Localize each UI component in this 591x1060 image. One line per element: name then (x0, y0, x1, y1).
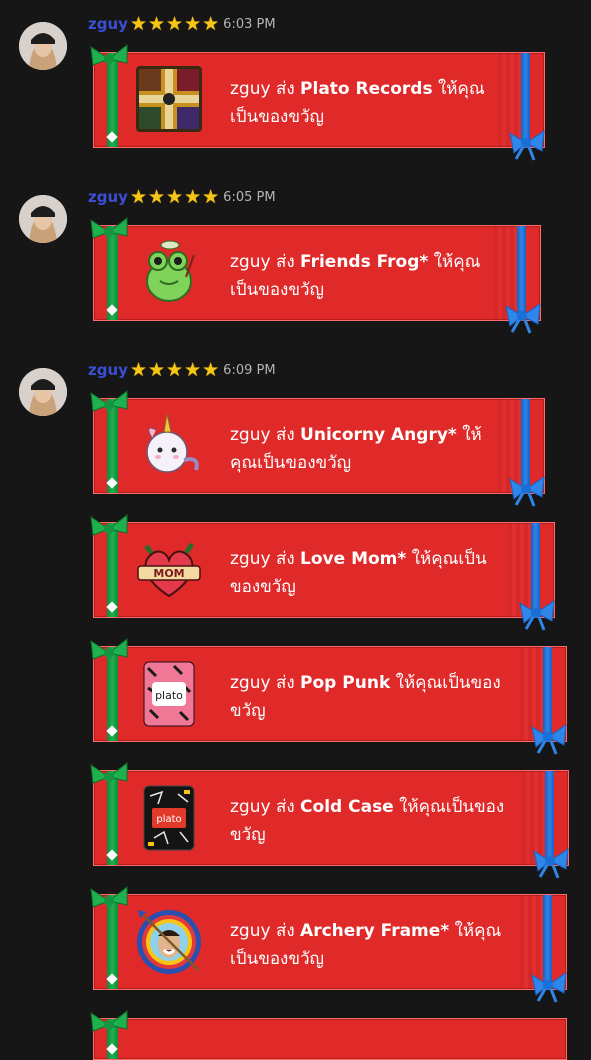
blue-bow-icon (531, 723, 567, 755)
gift-item-name: Love Mom* (300, 549, 407, 569)
love-mom-heart-icon: MOM (137, 542, 201, 598)
star-icon: ★ (129, 12, 147, 35)
gift-message: zguy ส่ง Unicorny Angry* ให้คุณเป็นของขว… (230, 425, 482, 473)
star-icon: ★ (147, 12, 166, 35)
gift-message: zguy ส่ง Cold Case ให้คุณเป็นของขวัญ (230, 797, 505, 845)
star-icon: ★ (166, 12, 184, 35)
username[interactable]: zguy (88, 361, 128, 379)
gift-card[interactable]: zguy ส่ง Archery Frame* ให้คุณเป็นของขวั… (90, 885, 567, 1003)
username[interactable]: zguy (88, 15, 128, 33)
plato-records-board-icon (136, 66, 202, 132)
star-icon: ★ (129, 185, 147, 208)
rating-stars: ★ ★ ★ ★ ★ (129, 12, 220, 35)
star-icon: ★ (202, 185, 220, 208)
rating-stars: ★ ★ ★ ★ ★ (129, 185, 220, 208)
gift-message: zguy ส่ง Plato Records ให้คุณเป็นของขวัญ (230, 79, 485, 127)
gift-message: zguy ส่ง Archery Frame* ให้คุณเป็นของขวั… (230, 921, 502, 969)
star-icon: ★ (184, 12, 202, 35)
blue-bow-icon (509, 475, 545, 507)
gift-message: zguy ส่ง Love Mom* ให้คุณเป็นของขวัญ (230, 549, 487, 597)
timestamp: 6:03 PM (223, 16, 276, 32)
avatar[interactable] (19, 195, 67, 243)
archery-frame-icon (137, 910, 201, 974)
green-bow-icon (90, 885, 128, 908)
message-header: zguy ★ ★ ★ ★ ★ 6:09 PM (88, 358, 276, 382)
gift-card[interactable]: plato zguy ส่ง Cold Case ให้คุณเป็นของขว… (90, 761, 569, 879)
star-icon: ★ (147, 358, 166, 381)
star-icon: ★ (184, 358, 202, 381)
green-bow-icon (90, 513, 128, 536)
pop-punk-card-icon: plato (143, 661, 195, 727)
timestamp: 6:09 PM (223, 362, 276, 378)
plato-logo-text: plato (156, 814, 181, 825)
blue-bow-icon (533, 847, 569, 879)
gift-message: zguy ส่ง Friends Frog* ให้คุณเป็นของขวัญ (230, 252, 481, 300)
green-bow-icon (90, 216, 128, 239)
gift-card[interactable] (90, 1009, 567, 1060)
green-bow-icon (90, 43, 128, 66)
star-icon: ★ (166, 185, 184, 208)
plato-logo-text: plato (155, 689, 183, 702)
gift-item-name: Archery Frame* (300, 921, 450, 941)
blue-bow-icon (505, 302, 541, 334)
star-icon: ★ (184, 185, 202, 208)
gift-item-name: Plato Records (300, 79, 433, 99)
gift-card[interactable]: plato zguy ส่ง Pop Punk ให้คุณเป็นของขวั… (90, 637, 567, 755)
username[interactable]: zguy (88, 188, 128, 206)
gift-card[interactable]: zguy ส่ง Friends Frog* ให้คุณเป็นของขวัญ (90, 216, 541, 334)
star-icon: ★ (202, 358, 220, 381)
star-icon: ★ (129, 358, 147, 381)
frog-sticker-icon (146, 240, 195, 302)
green-bow-icon (90, 637, 128, 660)
gift-item-name: Friends Frog* (300, 252, 429, 272)
green-bow-icon (90, 1009, 128, 1032)
heart-banner-text: MOM (153, 567, 184, 580)
unicorn-sticker-icon (146, 413, 199, 473)
blue-bow-icon (531, 971, 567, 1003)
message-header: zguy ★ ★ ★ ★ ★ 6:05 PM (88, 185, 276, 209)
gift-item-name: Unicorny Angry* (300, 425, 457, 445)
gift-card[interactable]: zguy ส่ง Plato Records ให้คุณเป็นของขวัญ (90, 43, 545, 161)
blue-bow-icon (519, 599, 555, 631)
blue-bow-icon (509, 129, 545, 161)
star-icon: ★ (166, 358, 184, 381)
gift-message: zguy ส่ง Pop Punk ให้คุณเป็นของขวัญ (230, 673, 501, 721)
message-header: zguy ★ ★ ★ ★ ★ 6:03 PM (88, 12, 276, 36)
green-bow-icon (90, 761, 128, 784)
green-bow-icon (90, 389, 128, 412)
cold-case-card-icon: plato (143, 785, 195, 851)
avatar[interactable] (19, 22, 67, 70)
avatar[interactable] (19, 368, 67, 416)
star-icon: ★ (147, 185, 166, 208)
star-icon: ★ (202, 12, 220, 35)
gift-item-name: Pop Punk (300, 673, 391, 693)
timestamp: 6:05 PM (223, 189, 276, 205)
gift-card[interactable]: zguy ส่ง Unicorny Angry* ให้คุณเป็นของขว… (90, 389, 545, 507)
gift-item-name: Cold Case (300, 797, 394, 817)
rating-stars: ★ ★ ★ ★ ★ (129, 358, 220, 381)
gift-card[interactable]: MOM zguy ส่ง Love Mom* ให้คุณเป็นของขวัญ (90, 513, 555, 631)
